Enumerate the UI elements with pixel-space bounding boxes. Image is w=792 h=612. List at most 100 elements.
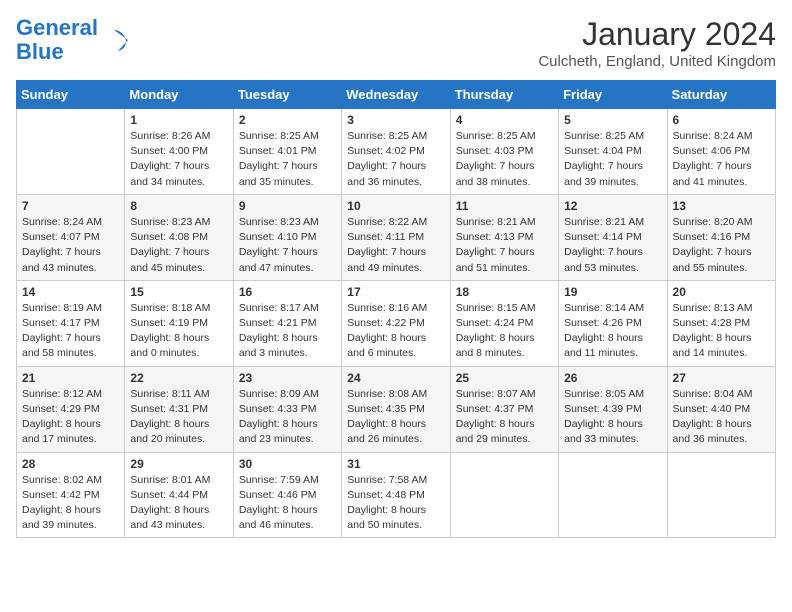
logo: GeneralBlue — [16, 16, 128, 64]
calendar-cell: 23 Sunrise: 8:09 AMSunset: 4:33 PMDayligh… — [233, 366, 341, 452]
day-number: 14 — [22, 285, 119, 299]
cell-info: Sunrise: 7:59 AMSunset: 4:46 PMDaylight:… — [239, 473, 336, 534]
cell-info: Sunrise: 8:05 AMSunset: 4:39 PMDaylight:… — [564, 387, 661, 448]
day-number: 8 — [130, 199, 227, 213]
calendar-cell — [17, 109, 125, 195]
day-number: 20 — [673, 285, 770, 299]
day-number: 5 — [564, 113, 661, 127]
cell-info: Sunrise: 8:26 AMSunset: 4:00 PMDaylight:… — [130, 129, 227, 190]
calendar-cell: 20 Sunrise: 8:13 AMSunset: 4:28 PMDayligh… — [667, 280, 775, 366]
day-number: 25 — [456, 371, 553, 385]
cell-info: Sunrise: 8:23 AMSunset: 4:08 PMDaylight:… — [130, 215, 227, 276]
calendar-cell — [450, 452, 558, 538]
calendar-cell: 29 Sunrise: 8:01 AMSunset: 4:44 PMDayligh… — [125, 452, 233, 538]
calendar-cell — [667, 452, 775, 538]
cell-info: Sunrise: 8:12 AMSunset: 4:29 PMDaylight:… — [22, 387, 119, 448]
calendar-cell: 15Sunrise: 8:18 AMSunset: 4:19 PMDayligh… — [125, 280, 233, 366]
day-number: 26 — [564, 371, 661, 385]
cell-info: Sunrise: 8:14 AMSunset: 4:26 PMDaylight:… — [564, 301, 661, 362]
weekday-header: Friday — [559, 81, 667, 109]
cell-info: Sunrise: 8:25 AMSunset: 4:03 PMDaylight:… — [456, 129, 553, 190]
calendar-cell — [559, 452, 667, 538]
title-area: January 2024 Culcheth, England, United K… — [538, 16, 776, 70]
cell-info: Sunrise: 8:23 AMSunset: 4:10 PMDaylight:… — [239, 215, 336, 276]
day-number: 4 — [456, 113, 553, 127]
calendar-cell: 12 Sunrise: 8:21 AMSunset: 4:14 PMDayligh… — [559, 194, 667, 280]
day-number: 17 — [347, 285, 444, 299]
day-number: 27 — [673, 371, 770, 385]
calendar-cell: 30 Sunrise: 7:59 AMSunset: 4:46 PMDayligh… — [233, 452, 341, 538]
page-header: GeneralBlue January 2024 Culcheth, Engla… — [16, 16, 776, 70]
calendar-cell: 11 Sunrise: 8:21 AMSunset: 4:13 PMDayligh… — [450, 194, 558, 280]
cell-info: Sunrise: 7:58 AMSunset: 4:48 PMDaylight:… — [347, 473, 444, 534]
calendar-cell: 21 Sunrise: 8:12 AMSunset: 4:29 PMDayligh… — [17, 366, 125, 452]
calendar-cell: 27 Sunrise: 8:04 AMSunset: 4:40 PMDayligh… — [667, 366, 775, 452]
weekday-header: Monday — [125, 81, 233, 109]
day-number: 2 — [239, 113, 336, 127]
logo-icon — [100, 26, 128, 54]
calendar-cell: 6 Sunrise: 8:24 AMSunset: 4:06 PMDaylight… — [667, 109, 775, 195]
logo-text: GeneralBlue — [16, 16, 98, 64]
calendar-cell: 10 Sunrise: 8:22 AMSunset: 4:11 PMDayligh… — [342, 194, 450, 280]
calendar-cell: 1 Sunrise: 8:26 AMSunset: 4:00 PMDaylight… — [125, 109, 233, 195]
calendar-cell: 25 Sunrise: 8:07 AMSunset: 4:37 PMDayligh… — [450, 366, 558, 452]
calendar-cell: 2 Sunrise: 8:25 AMSunset: 4:01 PMDaylight… — [233, 109, 341, 195]
cell-info: Sunrise: 8:24 AMSunset: 4:07 PMDaylight:… — [22, 215, 119, 276]
calendar-cell: 22Sunrise: 8:11 AMSunset: 4:31 PMDayligh… — [125, 366, 233, 452]
calendar-cell: 14Sunrise: 8:19 AMSunset: 4:17 PMDayligh… — [17, 280, 125, 366]
day-number: 19 — [564, 285, 661, 299]
cell-info: Sunrise: 8:20 AMSunset: 4:16 PMDaylight:… — [673, 215, 770, 276]
cell-info: Sunrise: 8:18 AMSunset: 4:19 PMDaylight:… — [130, 301, 227, 362]
day-number: 23 — [239, 371, 336, 385]
cell-info: Sunrise: 8:22 AMSunset: 4:11 PMDaylight:… — [347, 215, 444, 276]
day-number: 1 — [130, 113, 227, 127]
day-number: 10 — [347, 199, 444, 213]
day-number: 22 — [130, 371, 227, 385]
cell-info: Sunrise: 8:15 AMSunset: 4:24 PMDaylight:… — [456, 301, 553, 362]
day-number: 11 — [456, 199, 553, 213]
weekday-header: Saturday — [667, 81, 775, 109]
calendar-cell: 31 Sunrise: 7:58 AMSunset: 4:48 PMDayligh… — [342, 452, 450, 538]
day-number: 13 — [673, 199, 770, 213]
day-number: 28 — [22, 457, 119, 471]
calendar-header: SundayMondayTuesdayWednesdayThursdayFrid… — [17, 81, 776, 109]
day-number: 6 — [673, 113, 770, 127]
cell-info: Sunrise: 8:01 AMSunset: 4:44 PMDaylight:… — [130, 473, 227, 534]
day-number: 24 — [347, 371, 444, 385]
calendar-cell: 7Sunrise: 8:24 AMSunset: 4:07 PMDaylight… — [17, 194, 125, 280]
cell-info: Sunrise: 8:09 AMSunset: 4:33 PMDaylight:… — [239, 387, 336, 448]
cell-info: Sunrise: 8:25 AMSunset: 4:04 PMDaylight:… — [564, 129, 661, 190]
calendar-cell: 19 Sunrise: 8:14 AMSunset: 4:26 PMDayligh… — [559, 280, 667, 366]
day-number: 21 — [22, 371, 119, 385]
calendar-cell: 16Sunrise: 8:17 AMSunset: 4:21 PMDayligh… — [233, 280, 341, 366]
calendar-cell: 3Sunrise: 8:25 AMSunset: 4:02 PMDaylight… — [342, 109, 450, 195]
weekday-header: Tuesday — [233, 81, 341, 109]
day-number: 31 — [347, 457, 444, 471]
cell-info: Sunrise: 8:04 AMSunset: 4:40 PMDaylight:… — [673, 387, 770, 448]
cell-info: Sunrise: 8:17 AMSunset: 4:21 PMDaylight:… — [239, 301, 336, 362]
day-number: 12 — [564, 199, 661, 213]
cell-info: Sunrise: 8:21 AMSunset: 4:14 PMDaylight:… — [564, 215, 661, 276]
cell-info: Sunrise: 8:07 AMSunset: 4:37 PMDaylight:… — [456, 387, 553, 448]
day-number: 9 — [239, 199, 336, 213]
weekday-header: Thursday — [450, 81, 558, 109]
calendar-cell: 9 Sunrise: 8:23 AMSunset: 4:10 PMDaylight… — [233, 194, 341, 280]
cell-info: Sunrise: 8:25 AMSunset: 4:02 PMDaylight:… — [347, 129, 444, 190]
weekday-header: Sunday — [17, 81, 125, 109]
month-title: January 2024 — [538, 16, 776, 53]
day-number: 30 — [239, 457, 336, 471]
day-number: 29 — [130, 457, 227, 471]
calendar-cell: 8 Sunrise: 8:23 AMSunset: 4:08 PMDaylight… — [125, 194, 233, 280]
cell-info: Sunrise: 8:24 AMSunset: 4:06 PMDaylight:… — [673, 129, 770, 190]
calendar-cell: 18 Sunrise: 8:15 AMSunset: 4:24 PMDayligh… — [450, 280, 558, 366]
cell-info: Sunrise: 8:13 AMSunset: 4:28 PMDaylight:… — [673, 301, 770, 362]
day-number: 18 — [456, 285, 553, 299]
cell-info: Sunrise: 8:25 AMSunset: 4:01 PMDaylight:… — [239, 129, 336, 190]
calendar-cell: 26 Sunrise: 8:05 AMSunset: 4:39 PMDayligh… — [559, 366, 667, 452]
cell-info: Sunrise: 8:21 AMSunset: 4:13 PMDaylight:… — [456, 215, 553, 276]
cell-info: Sunrise: 8:08 AMSunset: 4:35 PMDaylight:… — [347, 387, 444, 448]
calendar-cell: 4 Sunrise: 8:25 AMSunset: 4:03 PMDaylight… — [450, 109, 558, 195]
location-subtitle: Culcheth, England, United Kingdom — [538, 53, 776, 70]
calendar-cell: 24 Sunrise: 8:08 AMSunset: 4:35 PMDayligh… — [342, 366, 450, 452]
calendar-table: SundayMondayTuesdayWednesdayThursdayFrid… — [16, 80, 776, 538]
